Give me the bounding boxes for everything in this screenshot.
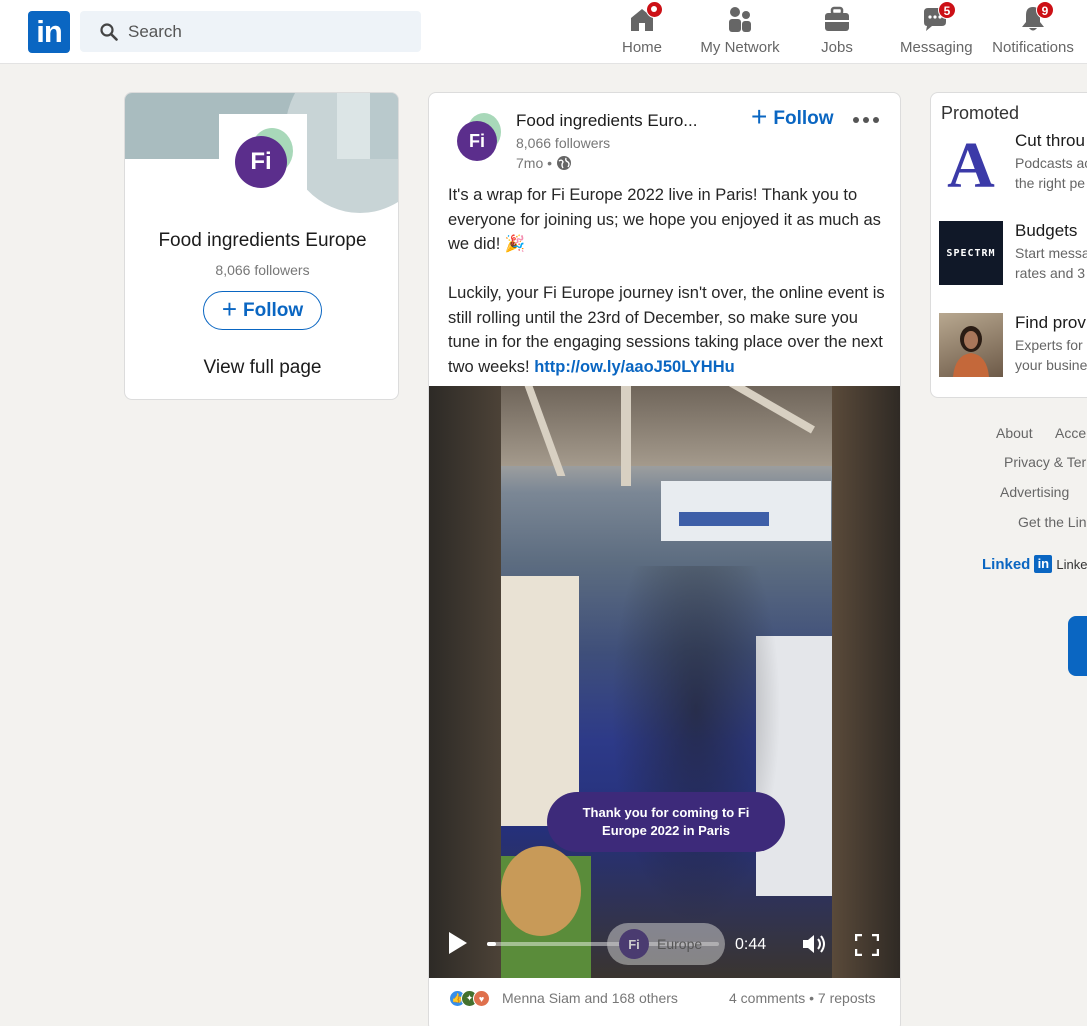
footer-accessibility-link[interactable]: Acce (1055, 425, 1086, 441)
nav-messaging[interactable]: 5 Messaging (900, 1, 973, 60)
comments-reposts-count[interactable]: 4 comments • 7 reposts (729, 990, 876, 1006)
post-paragraph: Luckily, your Fi Europe journey isn't ov… (448, 281, 888, 379)
promoted-ad[interactable]: SPECTRM Budgets Start messa rates and 3 (939, 221, 1087, 285)
globe-icon (557, 156, 572, 170)
video-time: 0:44 (735, 936, 767, 953)
footer-privacy-link[interactable]: Privacy & Ter (1004, 454, 1086, 470)
fi-logo-text: Fi (457, 121, 497, 161)
promoted-ad[interactable]: A Cut throu Podcasts ac the right pe (939, 129, 1087, 202)
company-card: Fi Food ingredients Europe 8,066 followe… (124, 92, 399, 400)
post-paragraph: It's a wrap for Fi Europe 2022 live in P… (448, 186, 881, 253)
love-icon: ♥ (473, 990, 490, 1007)
brand-box: in (1034, 555, 1053, 573)
company-followers: 8,066 followers (215, 262, 310, 278)
network-icon (729, 7, 751, 32)
ad-description: Experts for your busine (1015, 337, 1087, 373)
ad-description: Podcasts ac the right pe (1015, 155, 1087, 191)
top-navigation: in Home My Network (0, 0, 1087, 64)
search-input[interactable] (128, 11, 408, 52)
reactions-summary[interactable]: Menna Siam and 168 others (502, 990, 678, 1006)
ad-description: Start messa rates and 3 (1015, 245, 1087, 281)
post-follow-button[interactable]: + Follow (751, 103, 834, 131)
feed-post: Fi Food ingredients Euro... 8,066 follow… (428, 92, 901, 1026)
nav-label: Notifications (992, 39, 1074, 56)
nav-label: Home (621, 39, 662, 56)
follow-button[interactable]: + Follow (203, 291, 322, 330)
notifications-badge: 9 (1036, 1, 1054, 19)
post-body: It's a wrap for Fi Europe 2022 live in P… (448, 183, 888, 379)
nav-notifications[interactable]: 9 Notifications (990, 1, 1076, 60)
fi-logo-text: Fi (235, 136, 287, 188)
view-full-page-link[interactable]: View full page (125, 357, 398, 379)
messaging-overlay-tab[interactable] (1068, 616, 1087, 676)
search-bar[interactable] (80, 11, 421, 52)
briefcase-icon (825, 6, 849, 31)
post-author-followers: 8,066 followers (516, 135, 611, 151)
volume-icon[interactable] (801, 932, 827, 956)
svg-text:A: A (947, 131, 995, 195)
footer-advertising-link[interactable]: Advertising (1000, 484, 1069, 500)
video-player[interactable]: Thank you for coming to Fi Europe 2022 i… (429, 386, 900, 978)
messaging-badge: 5 (938, 1, 956, 19)
footer-about-link[interactable]: About (996, 425, 1033, 441)
linkedin-logo[interactable]: in (28, 11, 70, 53)
post-timestamp: 7mo • (516, 155, 572, 171)
ad-title: Find prov (1015, 313, 1086, 332)
ad-title: Cut throu (1015, 131, 1085, 150)
video-caption-overlay: Thank you for coming to Fi Europe 2022 i… (547, 792, 785, 852)
nav-label: My Network (700, 39, 780, 56)
promoted-title: Promoted (941, 103, 1020, 123)
watermark-logo: Fi (619, 929, 649, 959)
post-author-name[interactable]: Food ingredients Euro... (516, 111, 697, 131)
nav-home[interactable]: Home (620, 1, 664, 60)
nav-jobs[interactable]: Jobs (820, 4, 854, 60)
company-name[interactable]: Food ingredients Europe (125, 230, 398, 252)
nav-label: Jobs (821, 39, 853, 56)
follow-label: Follow (243, 299, 304, 321)
footer-brand: Linked in Linke (982, 555, 1087, 573)
play-icon[interactable] (449, 932, 467, 954)
footer-get-app-link[interactable]: Get the Lin (1018, 514, 1087, 530)
video-frame (501, 386, 832, 978)
follow-label: Follow (773, 108, 834, 129)
nav-my-network[interactable]: My Network (700, 4, 780, 60)
plus-icon: + (751, 101, 768, 132)
promoted-card: Promoted A Cut throu Podcasts ac the righ… (930, 92, 1087, 398)
company-logo[interactable]: Fi (219, 114, 307, 202)
notification-dot (646, 1, 663, 18)
promoted-ad[interactable]: Find prov Experts for your busine (939, 313, 1087, 377)
nav-label: Messaging (900, 39, 973, 56)
brand-tail: Linke (1056, 556, 1087, 572)
reaction-icons[interactable]: 👍 ✦ ♥ (449, 990, 490, 1007)
post-link[interactable]: http://ow.ly/aaoJ50LYHHu (534, 358, 734, 376)
video-watermark: Fi Europe (607, 923, 725, 965)
ad-logo: SPECTRM (939, 221, 1003, 285)
watermark-text: Europe (657, 936, 703, 952)
more-options-icon[interactable] (853, 117, 881, 123)
ad-logo: A (939, 129, 1003, 202)
search-icon (100, 23, 118, 41)
post-author-avatar[interactable]: Fi (457, 113, 501, 161)
post-time-text: 7mo • (516, 155, 553, 171)
plus-icon: + (221, 294, 238, 324)
fullscreen-icon[interactable] (855, 934, 879, 956)
ad-photo (939, 313, 1003, 377)
ad-title: Budgets (1015, 221, 1078, 240)
video-controls: Fi Europe 0:44 (429, 916, 900, 978)
brand-text: Linked (982, 555, 1031, 573)
